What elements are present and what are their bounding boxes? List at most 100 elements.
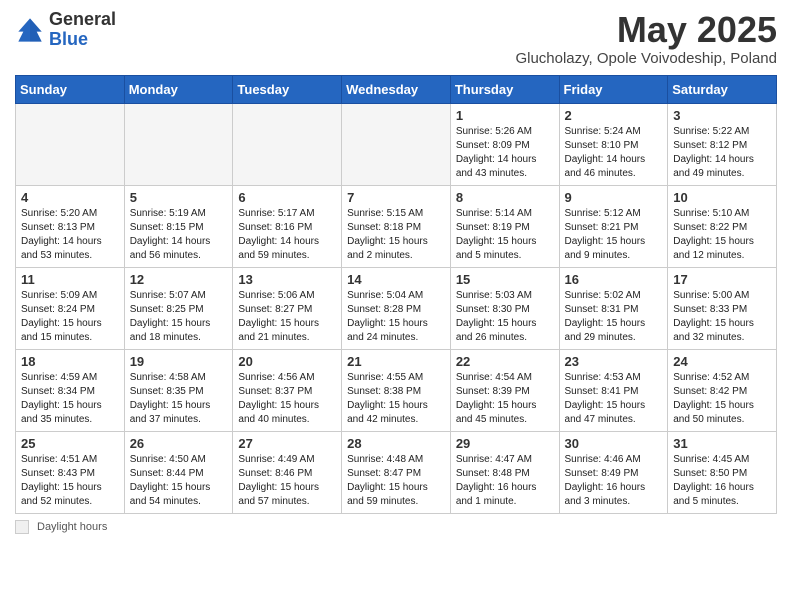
day-info: Sunrise: 5:17 AM Sunset: 8:16 PM Dayligh… <box>238 207 336 263</box>
calendar-cell: 9 Sunrise: 5:12 AM Sunset: 8:21 PM Daylig… <box>559 185 668 267</box>
calendar-cell: 30Sunrise: 4:46 AM Sunset: 8:49 PM Dayli… <box>559 431 668 513</box>
day-info: Sunrise: 4:59 AM Sunset: 8:34 PM Dayligh… <box>21 371 119 427</box>
day-number: 19 <box>130 354 228 369</box>
day-number: 23 <box>565 354 663 369</box>
calendar-cell: 7 Sunrise: 5:15 AM Sunset: 8:18 PM Daylig… <box>342 185 451 267</box>
day-info: Sunrise: 5:12 AM Sunset: 8:21 PM Dayligh… <box>565 207 663 263</box>
day-number: 2 <box>565 108 663 123</box>
day-number: 4 <box>21 190 119 205</box>
day-number: 9 <box>565 190 663 205</box>
calendar-cell: 22 Sunrise: 4:54 AM Sunset: 8:39 PM Dayli… <box>450 349 559 431</box>
calendar-week-row: 25Sunrise: 4:51 AM Sunset: 8:43 PM Dayli… <box>16 431 777 513</box>
day-number: 22 <box>456 354 554 369</box>
calendar-day-header: Friday <box>559 75 668 103</box>
daylight-label: Daylight hours <box>37 521 107 533</box>
calendar-header-row: SundayMondayTuesdayWednesdayThursdayFrid… <box>16 75 777 103</box>
day-info: Sunrise: 5:00 AM Sunset: 8:33 PM Dayligh… <box>673 289 771 345</box>
day-info: Sunrise: 4:46 AM Sunset: 8:49 PM Dayligh… <box>565 453 663 509</box>
day-number: 27 <box>238 436 336 451</box>
day-number: 17 <box>673 272 771 287</box>
logo-general-text: General <box>49 9 116 29</box>
day-info: Sunrise: 5:19 AM Sunset: 8:15 PM Dayligh… <box>130 207 228 263</box>
day-number: 3 <box>673 108 771 123</box>
calendar-week-row: 4 Sunrise: 5:20 AM Sunset: 8:13 PM Daylig… <box>16 185 777 267</box>
day-number: 31 <box>673 436 771 451</box>
day-info: Sunrise: 5:15 AM Sunset: 8:18 PM Dayligh… <box>347 207 445 263</box>
day-info: Sunrise: 4:55 AM Sunset: 8:38 PM Dayligh… <box>347 371 445 427</box>
calendar-cell: 3Sunrise: 5:22 AM Sunset: 8:12 PM Daylig… <box>668 103 777 185</box>
logo-blue-text: Blue <box>49 29 88 49</box>
calendar-cell: 14Sunrise: 5:04 AM Sunset: 8:28 PM Dayli… <box>342 267 451 349</box>
calendar-cell <box>233 103 342 185</box>
title-block: May 2025 Glucholazy, Opole Voivodeship, … <box>515 10 777 67</box>
day-info: Sunrise: 4:49 AM Sunset: 8:46 PM Dayligh… <box>238 453 336 509</box>
calendar-day-header: Saturday <box>668 75 777 103</box>
day-number: 5 <box>130 190 228 205</box>
logo: General Blue <box>15 10 116 50</box>
calendar-cell: 6 Sunrise: 5:17 AM Sunset: 8:16 PM Daylig… <box>233 185 342 267</box>
day-info: Sunrise: 5:03 AM Sunset: 8:30 PM Dayligh… <box>456 289 554 345</box>
day-number: 6 <box>238 190 336 205</box>
day-info: Sunrise: 4:54 AM Sunset: 8:39 PM Dayligh… <box>456 371 554 427</box>
calendar-cell: 10 Sunrise: 5:10 AM Sunset: 8:22 PM Dayli… <box>668 185 777 267</box>
location-subtitle: Glucholazy, Opole Voivodeship, Poland <box>515 50 777 67</box>
calendar-cell: 24 Sunrise: 4:52 AM Sunset: 8:42 PM Dayli… <box>668 349 777 431</box>
day-info: Sunrise: 5:06 AM Sunset: 8:27 PM Dayligh… <box>238 289 336 345</box>
calendar-cell <box>124 103 233 185</box>
calendar-cell: 17 Sunrise: 5:00 AM Sunset: 8:33 PM Dayli… <box>668 267 777 349</box>
calendar-cell: 31 Sunrise: 4:45 AM Sunset: 8:50 PM Dayli… <box>668 431 777 513</box>
day-number: 8 <box>456 190 554 205</box>
calendar-day-header: Wednesday <box>342 75 451 103</box>
day-info: Sunrise: 5:24 AM Sunset: 8:10 PM Dayligh… <box>565 125 663 181</box>
day-number: 21 <box>347 354 445 369</box>
calendar-cell: 12Sunrise: 5:07 AM Sunset: 8:25 PM Dayli… <box>124 267 233 349</box>
calendar-cell: 29Sunrise: 4:47 AM Sunset: 8:48 PM Dayli… <box>450 431 559 513</box>
calendar-table: SundayMondayTuesdayWednesdayThursdayFrid… <box>15 75 777 514</box>
calendar-day-header: Sunday <box>16 75 125 103</box>
day-number: 26 <box>130 436 228 451</box>
calendar-cell: 27 Sunrise: 4:49 AM Sunset: 8:46 PM Dayli… <box>233 431 342 513</box>
calendar-cell: 21 Sunrise: 4:55 AM Sunset: 8:38 PM Dayli… <box>342 349 451 431</box>
calendar-cell: 2 Sunrise: 5:24 AM Sunset: 8:10 PM Daylig… <box>559 103 668 185</box>
day-info: Sunrise: 4:45 AM Sunset: 8:50 PM Dayligh… <box>673 453 771 509</box>
day-number: 13 <box>238 272 336 287</box>
day-number: 20 <box>238 354 336 369</box>
day-info: Sunrise: 4:52 AM Sunset: 8:42 PM Dayligh… <box>673 371 771 427</box>
day-info: Sunrise: 5:20 AM Sunset: 8:13 PM Dayligh… <box>21 207 119 263</box>
calendar-cell: 28Sunrise: 4:48 AM Sunset: 8:47 PM Dayli… <box>342 431 451 513</box>
day-number: 29 <box>456 436 554 451</box>
calendar-cell: 8Sunrise: 5:14 AM Sunset: 8:19 PM Daylig… <box>450 185 559 267</box>
month-title: May 2025 <box>515 10 777 50</box>
day-info: Sunrise: 5:02 AM Sunset: 8:31 PM Dayligh… <box>565 289 663 345</box>
calendar-cell: 15 Sunrise: 5:03 AM Sunset: 8:30 PM Dayli… <box>450 267 559 349</box>
day-number: 16 <box>565 272 663 287</box>
day-number: 11 <box>21 272 119 287</box>
calendar-cell: 11 Sunrise: 5:09 AM Sunset: 8:24 PM Dayli… <box>16 267 125 349</box>
calendar-cell: 19 Sunrise: 4:58 AM Sunset: 8:35 PM Dayli… <box>124 349 233 431</box>
calendar-week-row: 11 Sunrise: 5:09 AM Sunset: 8:24 PM Dayli… <box>16 267 777 349</box>
calendar-week-row: 18Sunrise: 4:59 AM Sunset: 8:34 PM Dayli… <box>16 349 777 431</box>
footer: Daylight hours <box>15 520 777 534</box>
calendar-day-header: Tuesday <box>233 75 342 103</box>
calendar-day-header: Monday <box>124 75 233 103</box>
day-info: Sunrise: 4:58 AM Sunset: 8:35 PM Dayligh… <box>130 371 228 427</box>
page-header: General Blue May 2025 Glucholazy, Opole … <box>15 10 777 67</box>
calendar-cell: 26Sunrise: 4:50 AM Sunset: 8:44 PM Dayli… <box>124 431 233 513</box>
day-info: Sunrise: 5:07 AM Sunset: 8:25 PM Dayligh… <box>130 289 228 345</box>
day-info: Sunrise: 5:04 AM Sunset: 8:28 PM Dayligh… <box>347 289 445 345</box>
day-info: Sunrise: 5:09 AM Sunset: 8:24 PM Dayligh… <box>21 289 119 345</box>
day-number: 10 <box>673 190 771 205</box>
calendar-cell: 18Sunrise: 4:59 AM Sunset: 8:34 PM Dayli… <box>16 349 125 431</box>
logo-icon <box>15 15 45 45</box>
day-info: Sunrise: 4:53 AM Sunset: 8:41 PM Dayligh… <box>565 371 663 427</box>
day-info: Sunrise: 5:10 AM Sunset: 8:22 PM Dayligh… <box>673 207 771 263</box>
day-info: Sunrise: 4:48 AM Sunset: 8:47 PM Dayligh… <box>347 453 445 509</box>
day-number: 15 <box>456 272 554 287</box>
calendar-cell: 1Sunrise: 5:26 AM Sunset: 8:09 PM Daylig… <box>450 103 559 185</box>
calendar-week-row: 1Sunrise: 5:26 AM Sunset: 8:09 PM Daylig… <box>16 103 777 185</box>
calendar-cell <box>16 103 125 185</box>
day-number: 24 <box>673 354 771 369</box>
calendar-cell: 23 Sunrise: 4:53 AM Sunset: 8:41 PM Dayli… <box>559 349 668 431</box>
day-number: 7 <box>347 190 445 205</box>
calendar-cell: 4 Sunrise: 5:20 AM Sunset: 8:13 PM Daylig… <box>16 185 125 267</box>
